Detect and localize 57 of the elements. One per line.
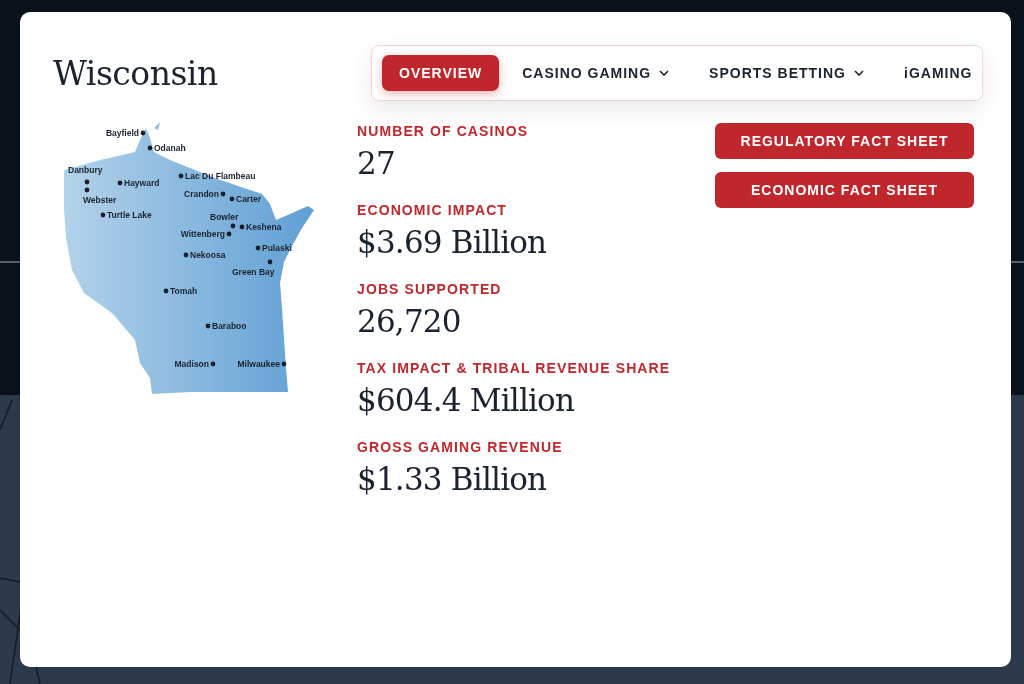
city-label: Hayward	[124, 178, 160, 188]
city-label: Webster	[83, 195, 117, 205]
city-label: Wittenberg	[180, 229, 225, 239]
city-label: Turtle Lake	[107, 210, 152, 220]
city-marker-icon	[84, 179, 90, 185]
fact-sheet-button[interactable]: REGULATORY FACT SHEET	[715, 123, 974, 159]
stat-label: NUMBER OF CASINOS	[357, 123, 530, 139]
chevron-icon	[659, 70, 670, 76]
tab[interactable]: CASINO GAMING	[505, 55, 687, 91]
city-marker-icon	[239, 224, 245, 230]
city-marker-icon	[183, 252, 189, 258]
state-title: Wisconsin	[53, 53, 218, 93]
stat-label: JOBS SUPPORTED	[357, 281, 503, 297]
chevron-icon	[854, 70, 864, 76]
stat-value: 27	[357, 145, 396, 181]
city-label: Crandon	[184, 189, 219, 199]
city-label: Keshena	[246, 222, 282, 232]
city-marker-icon	[147, 145, 153, 151]
city-label: Danbury	[68, 165, 103, 175]
city-marker-icon	[229, 196, 235, 202]
tab[interactable]: iGAMING	[887, 55, 990, 91]
city-label: Carter	[236, 194, 262, 204]
city-marker-icon	[230, 223, 236, 229]
city-marker-icon	[140, 130, 146, 136]
city-label: Baraboo	[212, 321, 247, 331]
stat-label: GROSS GAMING REVENUE	[357, 439, 564, 455]
city-marker-icon	[281, 361, 287, 367]
city-label: Green Bay	[232, 267, 275, 277]
stat-label: TAX IMPACT & TRIBAL REVENUE SHARE	[357, 360, 672, 376]
city-marker-icon	[267, 259, 273, 265]
city-marker-icon	[117, 180, 123, 186]
stat-value: $1.33 Billion	[357, 461, 548, 497]
city-marker-icon	[84, 187, 90, 193]
stat-value: $3.69 Billion	[357, 224, 548, 260]
stat-label: ECONOMIC IMPACT	[357, 202, 508, 218]
city-marker-icon	[226, 231, 232, 237]
city-marker-icon	[178, 173, 184, 179]
city-marker-icon	[205, 323, 211, 329]
city-marker-icon	[100, 212, 106, 218]
city-marker-icon	[163, 288, 169, 294]
city-label: Pulaski	[262, 243, 292, 253]
stat-value: 26,720	[357, 303, 462, 339]
city-label: Milwaukee	[237, 359, 280, 369]
city-label: Bowler	[210, 212, 239, 222]
city-label: Odanah	[154, 143, 186, 153]
city-label: Tomah	[170, 286, 198, 296]
tab[interactable]: OVERVIEW	[382, 55, 500, 91]
city-marker-icon	[220, 191, 226, 197]
fact-sheet-button[interactable]: ECONOMIC FACT SHEET	[715, 172, 974, 208]
city-label: Madison	[174, 359, 209, 369]
tab[interactable]: SPORTS BETTING	[692, 55, 881, 91]
city-label: Nekoosa	[190, 250, 226, 260]
city-marker-icon	[210, 361, 216, 367]
city-label: Lac Du Flambeau	[185, 171, 256, 181]
city-label: Bayfield	[105, 128, 139, 138]
city-marker-icon	[255, 245, 261, 251]
stat-value: $604.4 Million	[357, 382, 576, 418]
